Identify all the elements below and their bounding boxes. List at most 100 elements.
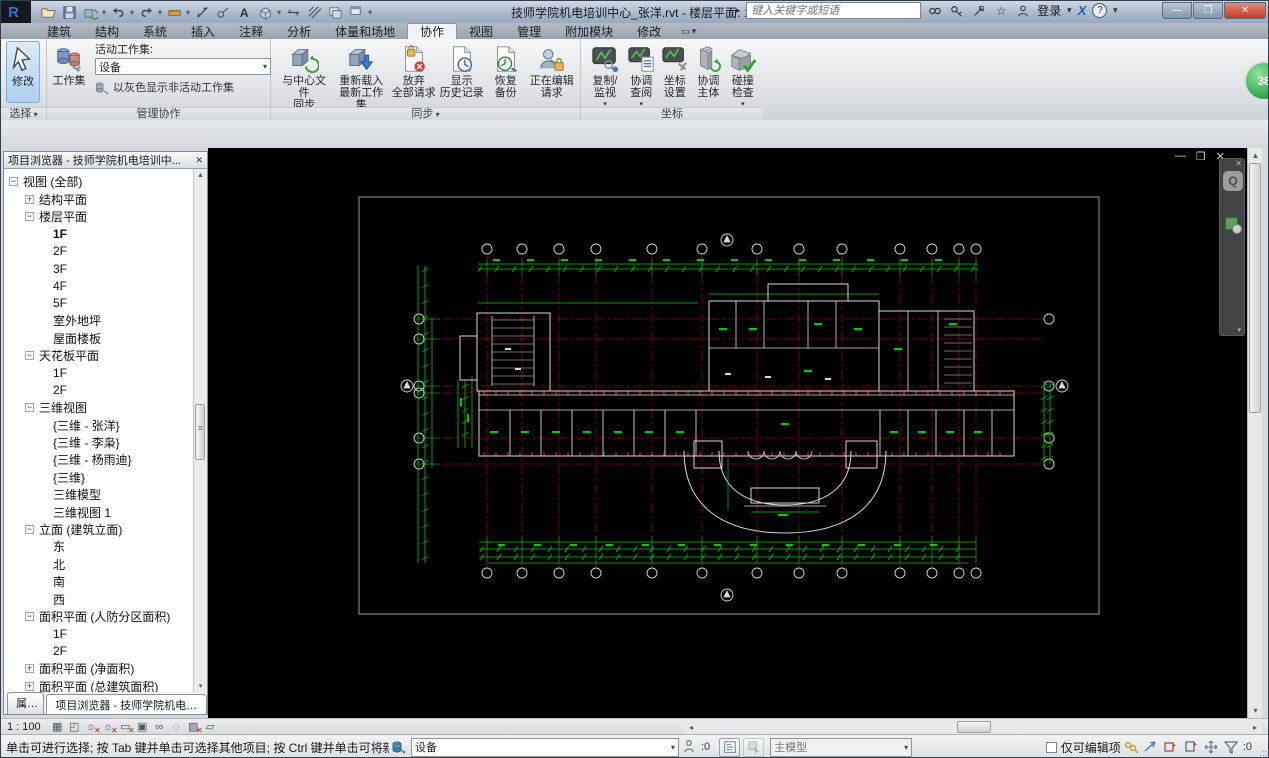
tree-expander-icon[interactable]	[25, 681, 34, 691]
coordination-host-button[interactable]: 协调 主体	[693, 41, 724, 99]
horizontal-scroll-thumb[interactable]	[956, 721, 991, 733]
reload-latest-button[interactable]: 重新载入 最新工作集	[334, 41, 388, 111]
design-option-selector[interactable]: 主模型 ▾	[770, 737, 913, 757]
tree-item[interactable]: 室外地坪	[4, 312, 193, 329]
restore-button[interactable]: ❐	[1193, 2, 1223, 19]
vertical-scroll-thumb[interactable]	[1249, 163, 1261, 413]
view-control-icon[interactable]: ▱	[202, 720, 219, 734]
scroll-thumb[interactable]	[195, 404, 205, 460]
tree-item[interactable]: {三维 - 杨雨迪}	[4, 451, 193, 468]
tree-item[interactable]: 3F	[4, 260, 193, 277]
scroll-up-icon[interactable]: ▲	[1248, 148, 1263, 163]
navbar-close-icon[interactable]: ✕	[1235, 159, 1242, 168]
tree-item[interactable]: 5F	[4, 295, 193, 312]
default-3d-view-button[interactable]	[256, 3, 274, 21]
resize-grip[interactable]: .::	[1259, 748, 1267, 757]
favorites-icon[interactable]: ☆	[993, 3, 1009, 19]
chevron-down-icon[interactable]: ▾	[130, 8, 134, 17]
tree-expander-icon[interactable]	[25, 403, 34, 413]
sign-in-label[interactable]: 登录	[1037, 2, 1061, 19]
measure-button[interactable]	[165, 3, 183, 21]
editing-requests-count[interactable]: :0	[701, 741, 710, 753]
close-hidden-windows-button[interactable]	[326, 3, 344, 21]
tree-item[interactable]: 东	[4, 538, 193, 555]
tree-item[interactable]: 三维视图 1	[4, 503, 193, 520]
manage-collaboration-panel-label[interactable]: 管理协作	[47, 107, 270, 120]
design-options-dialog-button[interactable]	[719, 737, 741, 757]
navbar-expand-icon[interactable]: ▾	[1237, 326, 1241, 334]
tree-item[interactable]: 面积平面 (总建筑面积)	[4, 677, 193, 692]
ribbon-tab[interactable]: 建筑	[35, 23, 83, 39]
workset-selector[interactable]: 设备 ▾	[411, 737, 679, 757]
infocenter-toggle-icon[interactable]: ▸	[736, 5, 741, 16]
ribbon-tab[interactable]: 视图	[457, 23, 505, 39]
scroll-right-icon[interactable]: ▸	[1248, 723, 1262, 732]
view-control-icon[interactable]: ☼	[83, 720, 101, 735]
tree-item[interactable]: 屋面楼板	[4, 330, 193, 347]
tree-item[interactable]: 1F	[4, 225, 193, 242]
filter-count[interactable]: :0	[1243, 741, 1252, 753]
tree-item[interactable]: 楼层平面	[4, 208, 193, 225]
view-control-icon[interactable]: ◌	[168, 720, 185, 734]
project-browser-title-bar[interactable]: 项目浏览器 - 技师学院机电培训中... ✕	[4, 152, 207, 169]
application-menu-button[interactable]: R ▾	[1, 1, 31, 23]
synchronize-panel-label[interactable]: 同步	[271, 107, 580, 120]
ribbon-tab[interactable]: 结构	[83, 23, 131, 39]
ribbon-tab[interactable]: 修改	[625, 23, 673, 39]
tree-item[interactable]: 2F	[4, 243, 193, 260]
chevron-down-icon[interactable]: ▾	[277, 8, 281, 17]
project-browser-scrollbar[interactable]: ▲ ▾	[194, 169, 207, 692]
thin-lines-button[interactable]	[305, 3, 323, 21]
horizontal-scroll-track[interactable]	[698, 721, 1248, 733]
view-control-icon[interactable]: ∞	[151, 720, 168, 734]
search-input[interactable]	[746, 2, 922, 19]
scroll-up-icon[interactable]: ▲	[194, 169, 207, 182]
search-icon[interactable]	[927, 3, 943, 19]
tree-item[interactable]: 1F	[4, 364, 193, 381]
tree-item[interactable]: 视图 (全部)	[4, 173, 193, 190]
scroll-left-icon[interactable]: ◂	[684, 723, 698, 732]
select-links-icon[interactable]	[1141, 738, 1161, 756]
chevron-down-icon[interactable]: ▾	[102, 8, 106, 17]
tree-item[interactable]: 结构平面	[4, 190, 193, 207]
coordination-review-button[interactable]: 协调 查阅 ▾	[626, 41, 657, 111]
modify-button[interactable]: 修改	[6, 41, 40, 103]
worksharing-keys-icon[interactable]	[1121, 738, 1141, 756]
interference-check-button[interactable]: 碰撞 检查 ▾	[727, 41, 759, 111]
view-control-icon[interactable]: ☼	[100, 720, 118, 735]
switch-windows-button[interactable]	[347, 3, 365, 21]
view-control-icon[interactable]: ▭	[117, 720, 135, 735]
tree-item[interactable]: 4F	[4, 277, 193, 294]
help-icon[interactable]: ?	[1092, 3, 1108, 18]
select-underlay-icon[interactable]	[1161, 738, 1181, 756]
editing-requests-button[interactable]: 正在编辑 请求	[527, 41, 576, 99]
tree-item[interactable]: 2F	[4, 643, 193, 660]
view-control-icon[interactable]: ◰	[66, 720, 83, 734]
aligned-dimension-button[interactable]	[193, 3, 211, 21]
view-control-icon[interactable]: ▨	[185, 720, 203, 735]
active-workset-select[interactable]: 设备 ▾	[95, 58, 271, 75]
view-restore-button[interactable]: ❐	[1196, 150, 1206, 163]
customize-qat-icon[interactable]: ▾	[368, 8, 372, 17]
exchange-apps-icon[interactable]: X	[1078, 3, 1087, 18]
relinquish-all-button[interactable]: 放弃 全部请求	[391, 41, 436, 99]
save-button[interactable]	[60, 3, 78, 21]
zoom-tool-icon[interactable]	[1225, 217, 1242, 234]
tree-item[interactable]: 面积平面 (人防分区面积)	[4, 608, 193, 625]
tree-item[interactable]: 三维视图	[4, 399, 193, 416]
ribbon-tab[interactable]: 分析	[275, 23, 323, 39]
sign-in-icon[interactable]	[1015, 3, 1031, 19]
restore-backup-button[interactable]: 恢复 备份	[487, 41, 524, 99]
tree-item[interactable]: 立面 (建筑立面)	[4, 521, 193, 538]
minimize-button[interactable]: —	[1162, 2, 1192, 19]
show-history-button[interactable]: 显示 历史记录	[439, 41, 484, 99]
ribbon-tab[interactable]: 体量和场地	[323, 23, 407, 39]
ribbon-tab[interactable]: 插入	[179, 23, 227, 39]
scroll-down-icon[interactable]: ▾	[194, 679, 207, 692]
select-panel-label[interactable]: 选择	[1, 107, 46, 120]
chevron-down-icon[interactable]: ▸	[1110, 8, 1121, 13]
tree-expander-icon[interactable]	[25, 351, 34, 361]
filter-icon[interactable]	[1221, 738, 1241, 756]
vertical-scrollbar[interactable]: ▲ ▾	[1247, 148, 1262, 718]
sync-with-central-button[interactable]	[81, 3, 99, 21]
